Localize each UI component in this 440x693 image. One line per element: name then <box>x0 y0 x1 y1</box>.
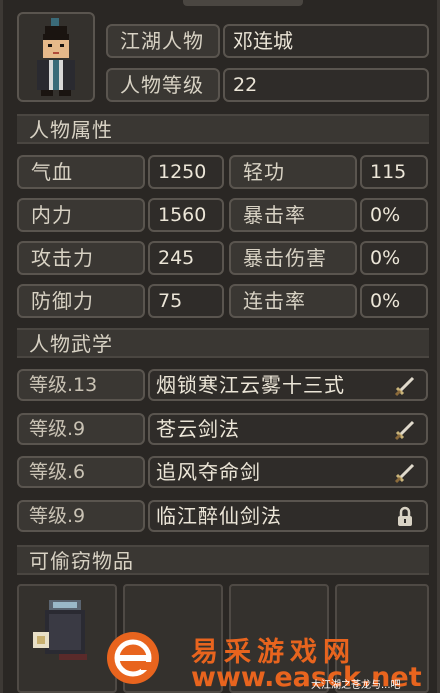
top-header-strip <box>183 0 303 6</box>
skill-name-box: 追风夺命剑 <box>148 456 428 488</box>
skill-level: 等级.9 <box>17 500 145 532</box>
skill-level: 等级.6 <box>17 456 145 488</box>
attr-crit-damage-value: 0% <box>360 241 428 275</box>
stealable-section-title: 可偷窃物品 <box>17 545 429 575</box>
character-info-window: 江湖人物 邓连城 人物等级 22 人物属性 气血 1250 轻功 115 内力 … <box>0 0 440 693</box>
attr-attack-label: 攻击力 <box>17 241 145 275</box>
skill-name-box: 苍云剑法 <box>148 413 428 445</box>
attr-inner-power-label: 内力 <box>17 198 145 232</box>
character-level-label: 人物等级 <box>106 68 220 102</box>
attr-combo-rate-value: 0% <box>360 284 428 318</box>
character-avatar-icon <box>37 18 75 96</box>
character-name-label: 江湖人物 <box>106 24 220 58</box>
attr-hp-value: 1250 <box>148 155 224 189</box>
item-icon <box>33 600 87 660</box>
character-name-value: 邓连城 <box>223 24 429 58</box>
attr-agility-value: 115 <box>360 155 428 189</box>
skill-name: 苍云剑法 <box>156 417 240 441</box>
lock-icon <box>398 506 412 526</box>
attr-agility-label: 轻功 <box>229 155 357 189</box>
skill-name: 临江醉仙剑法 <box>156 504 282 528</box>
watermark: 易采游戏网 www.easck.net 大江湖之苍龙与...吧 <box>107 630 440 693</box>
sword-icon <box>394 463 415 484</box>
skill-level: 等级.9 <box>17 413 145 445</box>
skill-level: 等级.13 <box>17 369 145 401</box>
skill-name-box: 临江醉仙剑法 <box>148 500 428 532</box>
skill-name: 追风夺命剑 <box>156 460 261 484</box>
watermark-logo-icon <box>114 639 152 677</box>
sword-icon <box>394 376 415 397</box>
attr-inner-power-value: 1560 <box>148 198 224 232</box>
character-portrait <box>17 12 95 102</box>
skill-name-box: 烟锁寒江云雾十三式 <box>148 369 428 401</box>
attr-combo-rate-label: 连击率 <box>229 284 357 318</box>
attr-crit-rate-value: 0% <box>360 198 428 232</box>
martial-arts-section-title: 人物武学 <box>17 328 429 358</box>
skill-name: 烟锁寒江云雾十三式 <box>156 373 345 397</box>
watermark-logo <box>107 632 159 684</box>
attr-crit-rate-label: 暴击率 <box>229 198 357 232</box>
item-slot[interactable] <box>17 584 117 693</box>
attr-crit-damage-label: 暴击伤害 <box>229 241 357 275</box>
attr-defense-label: 防御力 <box>17 284 145 318</box>
attr-defense-value: 75 <box>148 284 224 318</box>
watermark-small-text: 大江湖之苍龙与...吧 <box>311 680 401 691</box>
attr-hp-label: 气血 <box>17 155 145 189</box>
attr-attack-value: 245 <box>148 241 224 275</box>
character-level-value: 22 <box>223 68 429 102</box>
sword-icon <box>394 420 415 441</box>
attributes-section-title: 人物属性 <box>17 114 429 144</box>
